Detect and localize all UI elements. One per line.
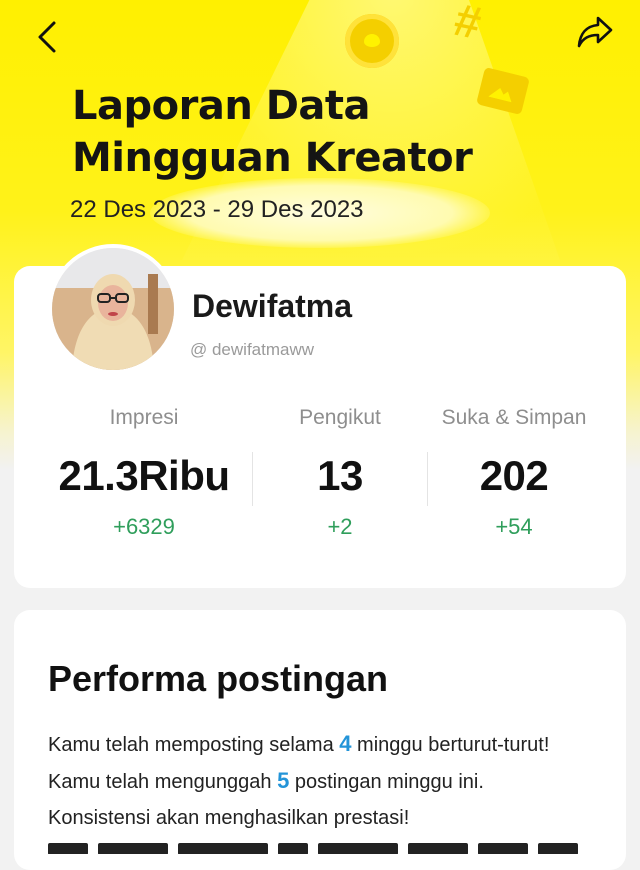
page-title: Laporan Data Mingguan Kreator xyxy=(72,83,473,181)
stat-impressions: Impresi 21.3Ribu +6329 xyxy=(42,406,246,540)
stat-delta: +6329 xyxy=(113,514,175,539)
stat-likes-saves: Suka & Simpan 202 +54 xyxy=(412,406,616,540)
posts-count: 5 xyxy=(277,768,290,793)
performance-card: Performa postingan Kamu telah memposting… xyxy=(14,610,626,870)
section-title: Performa postingan xyxy=(48,658,389,699)
stat-label: Impresi xyxy=(109,406,179,429)
profile-handle: @ dewifatmaww xyxy=(190,340,315,359)
stat-delta: +54 xyxy=(495,514,533,539)
text-segment: Kamu telah memposting selama xyxy=(48,734,340,756)
avatar[interactable] xyxy=(48,244,178,374)
stat-value: 202 xyxy=(479,452,549,499)
profile-name: Dewifatma xyxy=(192,288,353,324)
share-icon[interactable] xyxy=(576,14,614,50)
weeks-count: 4 xyxy=(339,731,352,756)
performance-description: Kamu telah memposting selama 4 minggu be… xyxy=(48,726,588,836)
avatar-photo xyxy=(52,248,174,370)
coin-icon xyxy=(345,14,399,68)
chevron-left-icon[interactable] xyxy=(34,20,62,54)
truncated-text-line xyxy=(48,842,588,854)
stat-label: Suka & Simpan xyxy=(441,406,587,429)
stat-value: 21.3Ribu xyxy=(58,452,230,499)
date-range: 22 Des 2023 - 29 Des 2023 xyxy=(70,196,364,223)
profile-card: Dewifatma @ dewifatmaww Impresi 21.3Ribu… xyxy=(14,244,626,588)
